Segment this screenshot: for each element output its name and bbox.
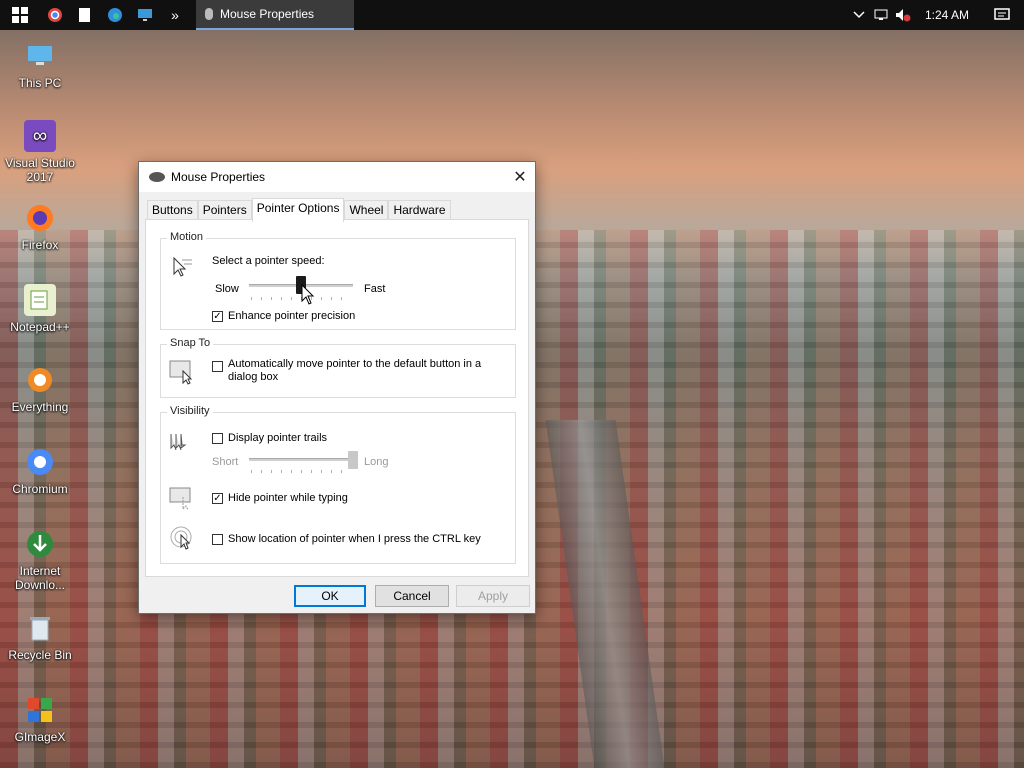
tab-pointers[interactable]: Pointers	[197, 200, 252, 221]
tab-pointer-options[interactable]: Pointer Options	[251, 198, 345, 222]
gimagex-icon	[24, 694, 56, 726]
desktop-icon-label: Chromium	[12, 482, 68, 496]
desktop-icon-gimagex[interactable]: GImageX	[2, 694, 78, 744]
desktop-icon-label: Notepad++	[10, 320, 70, 334]
locate-pointer-icon	[169, 525, 195, 551]
enhance-precision-label: Enhance pointer precision	[228, 310, 356, 322]
mouse-properties-dialog: Mouse Properties ✕ Buttons Pointers Poin…	[138, 161, 536, 614]
speed-fast-label: Fast	[364, 283, 386, 295]
volume-muted-icon[interactable]	[892, 0, 914, 30]
motion-group: Motion Select a pointer speed: Slow Fast…	[160, 231, 516, 330]
network-icon[interactable]	[870, 0, 892, 30]
ok-button[interactable]: OK	[294, 585, 366, 607]
overflow-chevron-icon[interactable]: »	[160, 0, 190, 30]
speed-slow-label: Slow	[215, 283, 239, 295]
tab-wheel[interactable]: Wheel	[344, 200, 389, 221]
desktop-icon-label: GImageX	[14, 730, 66, 744]
chrome-icon[interactable]	[40, 0, 70, 30]
visibility-group: Visibility Display pointer trails Short …	[160, 405, 516, 564]
desktop-icon-label: Recycle Bin	[8, 648, 72, 662]
motion-label: Motion	[167, 231, 207, 243]
desktop-icon-chromium[interactable]: Chromium	[2, 446, 78, 496]
trails-slider-track[interactable]	[249, 458, 353, 461]
enhance-precision-checkbox[interactable]: ✓	[212, 311, 223, 322]
download-icon	[24, 528, 56, 560]
dialog-titlebar[interactable]: Mouse Properties ✕	[139, 162, 535, 192]
desktop-icon-visual-studio[interactable]: ∞ Visual Studio 2017	[2, 120, 78, 184]
computer-icon	[24, 40, 56, 72]
mouse-cursor-icon	[301, 284, 315, 305]
trails-long-label: Long	[364, 456, 389, 468]
visual-studio-icon: ∞	[24, 120, 56, 152]
pointer-trails-checkbox[interactable]	[212, 433, 223, 444]
taskbar-app-mouse-properties[interactable]: Mouse Properties	[196, 0, 354, 30]
taskbar-app-label: Mouse Properties	[220, 7, 315, 21]
ctrl-locate-checkbox[interactable]	[212, 534, 223, 545]
pointer-speed-prompt: Select a pointer speed:	[212, 255, 325, 267]
monitor-icon[interactable]	[130, 0, 160, 30]
chromium-icon	[24, 446, 56, 478]
system-tray: 1:24 AM	[848, 0, 1024, 30]
desktop-icon-recycle-bin[interactable]: Recycle Bin	[2, 612, 78, 662]
tab-hardware[interactable]: Hardware	[388, 200, 451, 221]
desktop-icon-label: Visual Studio 2017	[5, 156, 75, 184]
visibility-label: Visibility	[167, 405, 213, 417]
desktop-icon-label: Firefox	[21, 238, 59, 252]
apply-button[interactable]: Apply	[456, 585, 530, 607]
desktop-icon-label: Everything	[11, 400, 69, 414]
desktop-icon-internet-download[interactable]: Internet Downlo...	[2, 528, 78, 592]
mouse-icon	[205, 8, 213, 20]
hide-pointer-label: Hide pointer while typing	[228, 492, 348, 504]
snap-to-label: Snap To	[167, 337, 214, 349]
edge-icon[interactable]	[100, 0, 130, 30]
desktop-icon-label: Internet Downlo...	[14, 564, 66, 592]
trails-slider-thumb[interactable]	[348, 451, 358, 469]
pointer-speed-icon	[169, 253, 195, 279]
start-button[interactable]	[0, 0, 40, 30]
close-button[interactable]: ✕	[505, 162, 535, 192]
notepad-icon	[24, 284, 56, 316]
ctrl-locate-label: Show location of pointer when I press th…	[228, 533, 481, 545]
cancel-button[interactable]: Cancel	[375, 585, 449, 607]
desktop-icon-firefox[interactable]: Firefox	[2, 202, 78, 252]
pointer-trails-icon	[169, 429, 195, 455]
desktop-icon-this-pc[interactable]: This PC	[2, 40, 78, 90]
clock[interactable]: 1:24 AM	[914, 8, 980, 22]
recycle-bin-icon	[24, 612, 56, 644]
tab-panel: Motion Select a pointer speed: Slow Fast…	[145, 219, 529, 577]
close-icon: ✕	[513, 169, 527, 186]
desktop-icon-notepadpp[interactable]: Notepad++	[2, 284, 78, 334]
taskbar: » Mouse Properties 1:24 AM	[0, 0, 1024, 30]
snap-to-group: Snap To Automatically move pointer to th…	[160, 337, 516, 398]
windows-logo-icon	[12, 7, 28, 23]
pointer-trails-label: Display pointer trails	[228, 432, 328, 444]
search-icon	[24, 364, 56, 396]
notifications-icon[interactable]	[980, 0, 1024, 30]
trails-slider-ticks	[251, 470, 351, 473]
hide-pointer-checkbox[interactable]: ✓	[212, 493, 223, 504]
file-icon[interactable]	[70, 0, 100, 30]
tab-strip: Buttons Pointers Pointer Options Wheel H…	[147, 198, 451, 222]
chevron-up-icon[interactable]	[848, 0, 870, 30]
trails-short-label: Short	[212, 456, 239, 468]
snap-to-icon	[169, 359, 195, 385]
firefox-icon	[24, 202, 56, 234]
mouse-icon	[149, 172, 165, 182]
hide-pointer-icon	[169, 485, 195, 511]
desktop-icon-everything[interactable]: Everything	[2, 364, 78, 414]
snap-to-checkbox[interactable]	[212, 361, 223, 372]
dialog-title: Mouse Properties	[171, 170, 266, 184]
tab-buttons[interactable]: Buttons	[147, 200, 198, 221]
snap-to-text: Automatically move pointer to the defaul…	[228, 358, 482, 383]
desktop-icon-label: This PC	[18, 76, 62, 90]
